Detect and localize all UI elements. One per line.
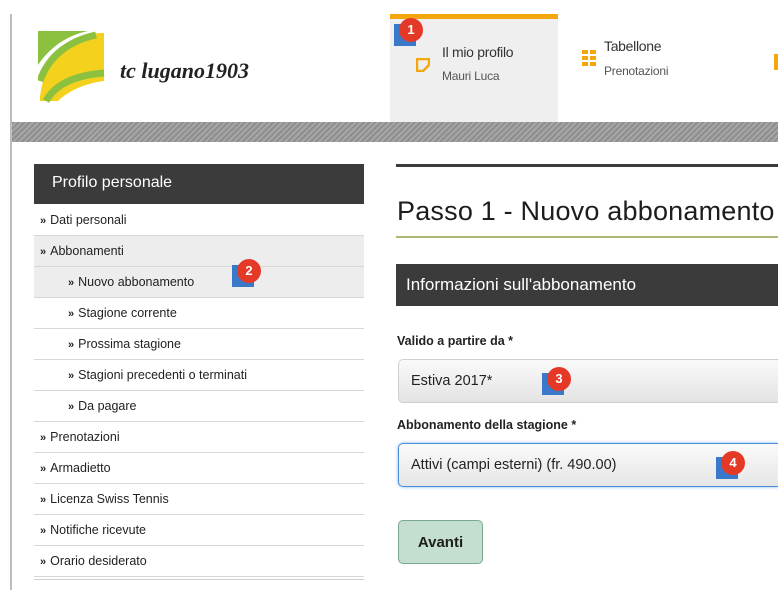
sidebar-item-label: Da pagare (78, 399, 137, 413)
bullet-icon: » (40, 556, 47, 568)
annotation-marker-1: 1 (394, 18, 423, 46)
tab-title: Tabellone (604, 38, 662, 54)
sidebar-item-next-season[interactable]: » Prossima stagione (34, 329, 364, 360)
annotation-marker-2: 2 (232, 259, 261, 287)
sidebar-title: Profilo personale (34, 164, 364, 204)
valid-from-select[interactable]: Estiva 2017* (398, 359, 778, 403)
sidebar-item-label: Notifiche ricevute (50, 523, 146, 537)
sidebar-item-label: Prenotazioni (50, 430, 120, 444)
bullet-icon: » (68, 308, 75, 320)
sidebar-item-label: Licenza Swiss Tennis (50, 492, 169, 506)
valid-from-label: Valido a partire da * (397, 334, 514, 348)
sidebar-item-notifications[interactable]: » Notifiche ricevute (34, 515, 364, 546)
profile-icon (415, 57, 431, 73)
sidebar-item-label: Nuovo abbonamento (78, 275, 195, 289)
sidebar-item-preferred-schedule[interactable]: » Orario desiderato (34, 546, 364, 577)
sidebar-item-label: Armadietto (50, 461, 111, 475)
tab-title: Il mio profilo (442, 44, 514, 60)
bullet-icon: » (40, 494, 47, 506)
tab-next-partial[interactable] (708, 14, 778, 122)
marker-number: 2 (237, 259, 261, 283)
bullet-icon: » (68, 370, 75, 382)
sidebar-item-personal-data[interactable]: » Dati personali (34, 205, 364, 236)
next-button[interactable]: Avanti (398, 520, 483, 564)
title-underline (396, 236, 778, 238)
tab-board[interactable]: Tabellone Prenotazioni (558, 14, 708, 122)
sidebar-item-locker[interactable]: » Armadietto (34, 453, 364, 484)
menu-icon (774, 54, 778, 70)
season-subscription-value: Attivi (campi esterni) (fr. 490.00) (411, 457, 617, 473)
sidebar-item-subscriptions[interactable]: » Abbonamenti (34, 236, 364, 267)
bullet-icon: » (68, 339, 75, 351)
bullet-icon: » (68, 401, 75, 413)
bullet-icon: » (68, 277, 75, 289)
club-logo[interactable] (36, 31, 106, 103)
sidebar-item-bookings[interactable]: » Prenotazioni (34, 422, 364, 453)
tennis-ball-logo-icon (36, 31, 106, 103)
sidebar-item-label: Orario desiderato (50, 554, 147, 568)
tab-subtitle: Mauri Luca (442, 69, 500, 83)
tab-subtitle: Prenotazioni (604, 64, 669, 78)
section-title: Informazioni sull'abbonamento (406, 275, 637, 294)
season-subscription-label: Abbonamento della stagione * (397, 418, 577, 432)
sidebar-divider (34, 579, 364, 580)
sidebar-item-label: Dati personali (50, 213, 127, 227)
sidebar-item-previous-seasons[interactable]: » Stagioni precedenti o terminati (34, 360, 364, 391)
annotation-marker-4: 4 (716, 451, 745, 479)
bullet-icon: » (40, 215, 47, 227)
sidebar-item-swiss-tennis-license[interactable]: » Licenza Swiss Tennis (34, 484, 364, 515)
sidebar-item-label: Abbonamenti (50, 244, 124, 258)
main-top-rule (396, 164, 778, 167)
section-header: Informazioni sull'abbonamento (396, 264, 778, 306)
bullet-icon: » (40, 432, 47, 444)
valid-from-value: Estiva 2017* (411, 373, 493, 389)
annotation-marker-3: 3 (542, 367, 571, 395)
marker-number: 3 (547, 367, 571, 391)
bullet-icon: » (40, 525, 47, 537)
page: tc lugano1903 Il mio profilo Mauri Luca … (0, 0, 778, 590)
sidebar-item-new-subscription[interactable]: » Nuovo abbonamento (34, 267, 364, 298)
board-icon (582, 50, 596, 66)
sidebar-item-current-season[interactable]: » Stagione corrente (34, 298, 364, 329)
sidebar-item-to-pay[interactable]: » Da pagare (34, 391, 364, 422)
header-stripe (12, 122, 778, 142)
bullet-icon: » (40, 463, 47, 475)
sidebar-item-label: Prossima stagione (78, 337, 181, 351)
marker-number: 1 (399, 18, 423, 42)
bullet-icon: » (40, 246, 47, 258)
page-title: Passo 1 - Nuovo abbonamento (397, 196, 775, 226)
club-name: tc lugano1903 (120, 58, 249, 83)
sidebar-item-label: Stagione corrente (78, 306, 177, 320)
marker-number: 4 (721, 451, 745, 475)
sidebar-title-text: Profilo personale (52, 174, 173, 191)
sidebar-item-label: Stagioni precedenti o terminati (78, 368, 247, 382)
